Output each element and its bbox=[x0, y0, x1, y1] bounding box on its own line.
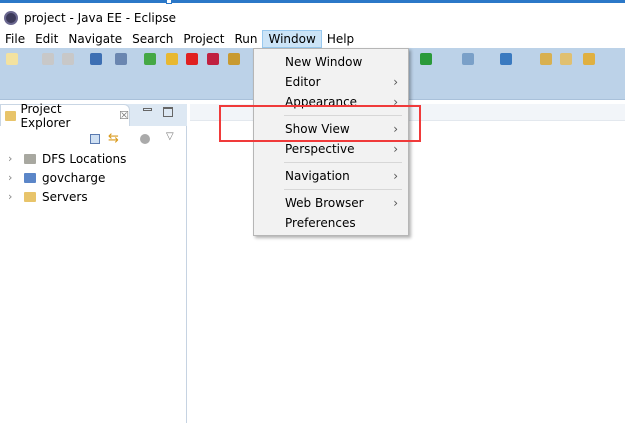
chevron-right-icon[interactable]: › bbox=[8, 190, 18, 203]
menu-item-label: New Window bbox=[285, 55, 363, 69]
menu-item-perspective[interactable]: Perspective › bbox=[254, 139, 408, 159]
tree-item[interactable]: › govcharge bbox=[8, 168, 126, 187]
menu-item-label: Web Browser bbox=[285, 196, 364, 210]
tab-project-explorer[interactable]: Project Explorer ☒ bbox=[0, 102, 130, 130]
menu-separator bbox=[284, 189, 402, 190]
menu-edit[interactable]: Edit bbox=[30, 30, 63, 48]
menu-item-editor[interactable]: Editor › bbox=[254, 72, 408, 92]
suspend-icon[interactable] bbox=[166, 53, 178, 65]
tab-label: Project Explorer bbox=[20, 101, 71, 130]
menu-item-label: Preferences bbox=[285, 216, 356, 230]
submenu-arrow-icon: › bbox=[393, 196, 398, 210]
tree-item[interactable]: › Servers bbox=[8, 187, 126, 206]
menu-navigate[interactable]: Navigate bbox=[63, 30, 127, 48]
menu-item-navigation[interactable]: Navigation › bbox=[254, 166, 408, 186]
menu-help[interactable]: Help bbox=[322, 30, 359, 48]
menu-window[interactable]: Window bbox=[262, 30, 322, 48]
tree-item[interactable]: › DFS Locations bbox=[8, 149, 126, 168]
filter-icon[interactable] bbox=[140, 134, 150, 144]
menu-separator bbox=[284, 162, 402, 163]
window-top-border bbox=[0, 0, 625, 4]
close-icon[interactable]: ☒ bbox=[119, 109, 129, 122]
folder-icon bbox=[24, 191, 36, 202]
window-title: project - Java EE - Eclipse bbox=[24, 11, 176, 25]
tree-item-label: Servers bbox=[42, 189, 88, 204]
minimize-icon[interactable] bbox=[143, 108, 152, 111]
terminate-icon[interactable] bbox=[186, 53, 198, 65]
menu-search[interactable]: Search bbox=[127, 30, 178, 48]
highlight-box bbox=[219, 105, 421, 142]
tree-item-label: govcharge bbox=[42, 170, 106, 185]
menu-item-web-browser[interactable]: Web Browser › bbox=[254, 193, 408, 213]
menu-item-new-window[interactable]: New Window bbox=[254, 52, 408, 72]
open-type-icon[interactable] bbox=[540, 53, 552, 65]
eclipse-icon bbox=[4, 11, 18, 25]
project-tree: › DFS Locations › govcharge › Servers bbox=[8, 149, 126, 206]
open-folder-icon[interactable] bbox=[560, 53, 572, 65]
tree-item-label: DFS Locations bbox=[42, 151, 127, 166]
submenu-arrow-icon: › bbox=[393, 142, 398, 156]
title-bar: project - Java EE - Eclipse bbox=[0, 6, 176, 30]
new-icon[interactable] bbox=[6, 53, 18, 65]
maximize-icon[interactable] bbox=[163, 107, 173, 117]
disconnect-icon[interactable] bbox=[207, 53, 219, 65]
menu-item-preferences[interactable]: Preferences bbox=[254, 213, 408, 233]
step-into-icon[interactable] bbox=[228, 53, 240, 65]
menu-item-label: Editor bbox=[285, 75, 321, 89]
project-explorer-icon bbox=[5, 110, 17, 121]
chevron-right-icon[interactable]: › bbox=[8, 152, 18, 165]
pen-icon[interactable] bbox=[583, 53, 595, 65]
menu-run[interactable]: Run bbox=[229, 30, 262, 48]
menu-item-label: Navigation bbox=[285, 169, 350, 183]
server-icon[interactable] bbox=[462, 53, 474, 65]
view-menu-icon[interactable]: ▽ bbox=[166, 131, 174, 142]
submenu-arrow-icon: › bbox=[393, 169, 398, 183]
link-editor-icon[interactable]: ⇆ bbox=[108, 131, 119, 146]
menu-bar: File Edit Navigate Search Project Run Window He… bbox=[0, 30, 359, 48]
run-icon[interactable] bbox=[420, 53, 432, 65]
spring-icon[interactable] bbox=[500, 53, 512, 65]
project-icon bbox=[24, 172, 36, 183]
save-icon[interactable] bbox=[42, 53, 54, 65]
menu-item-label: Perspective bbox=[285, 142, 355, 156]
save-all-icon[interactable] bbox=[62, 53, 74, 65]
collapse-all-icon[interactable] bbox=[90, 134, 100, 144]
dfs-icon bbox=[24, 153, 36, 164]
menu-project[interactable]: Project bbox=[178, 30, 229, 48]
project-explorer-panel: Project Explorer ☒ ⇆ ▽ › DFS Locations › go… bbox=[0, 102, 187, 423]
submenu-arrow-icon: › bbox=[393, 75, 398, 89]
window-menu-dropdown: New Window Editor › Appearance › Show View › Pe… bbox=[253, 48, 409, 236]
chevron-right-icon[interactable]: › bbox=[8, 171, 18, 184]
terminal-icon[interactable] bbox=[90, 53, 102, 65]
resume-icon[interactable] bbox=[144, 53, 156, 65]
menu-file[interactable]: File bbox=[0, 30, 30, 48]
skip-breakpoints-icon[interactable] bbox=[115, 53, 127, 65]
